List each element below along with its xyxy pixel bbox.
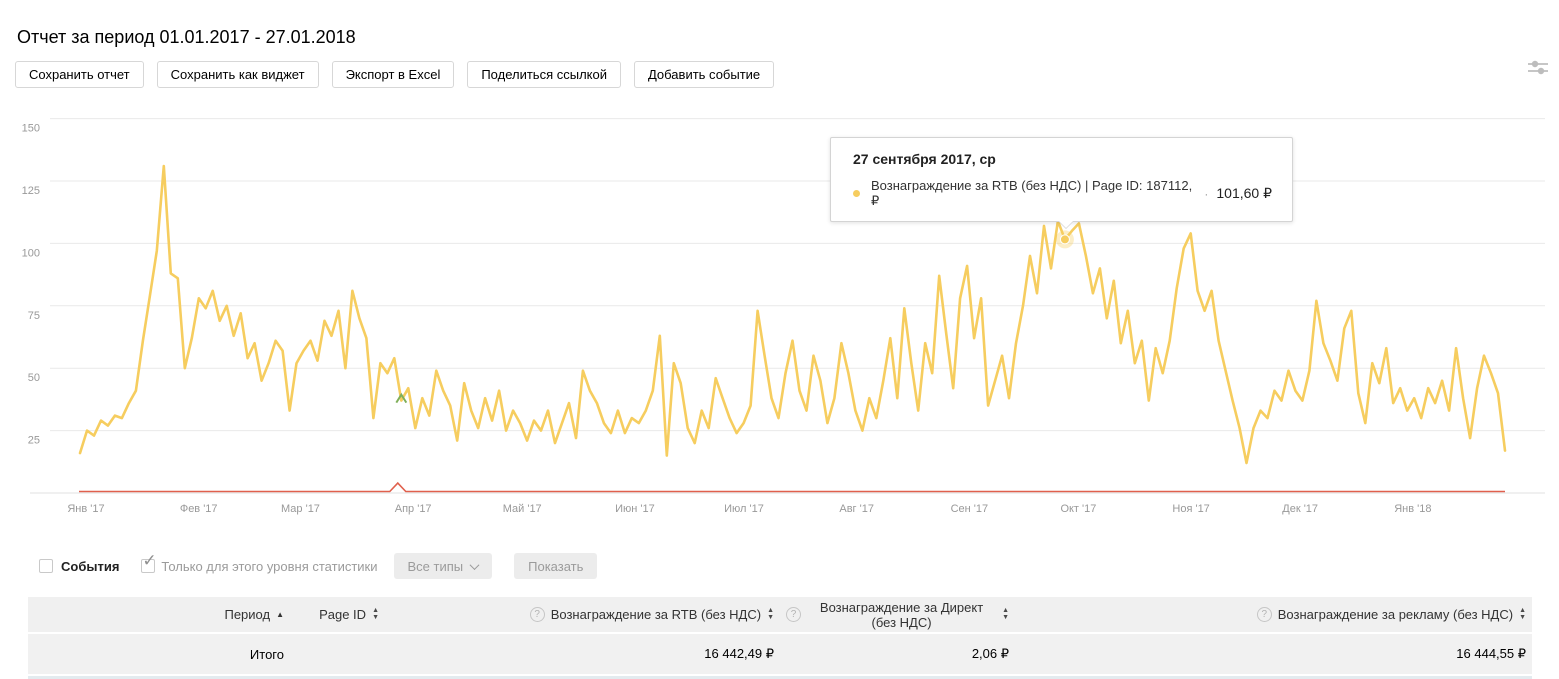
x-tick-label: Окт '17 xyxy=(1060,503,1096,515)
column-header-1[interactable]: Page ID ▲ ▼ xyxy=(290,597,385,634)
help-icon[interactable]: ? xyxy=(786,607,801,622)
tooltip-separator: · xyxy=(1204,186,1209,201)
tooltip-series-label: Вознаграждение за RTB (без НДС) | Page I… xyxy=(871,178,1193,208)
chart-canvas[interactable]: 150 125 100 75 50 25 Янв '17 Фев '17 Мар '17 Апр … xyxy=(0,90,1559,530)
only-level-checkbox[interactable]: ✓ xyxy=(141,552,157,573)
hovered-point[interactable] xyxy=(1059,234,1070,245)
x-tick-label: Дек '17 xyxy=(1282,503,1318,515)
revenue-chart[interactable]: 150 125 100 75 50 25 Янв '17 Фев '17 Мар '17 Апр … xyxy=(0,90,1559,530)
tooltip-date: 27 сентября 2017, ср xyxy=(853,151,996,167)
events-checkbox[interactable] xyxy=(39,559,53,573)
sort-both-icon[interactable]: ▲ ▼ xyxy=(1002,607,1009,621)
page-title: Отчет за период 01.01.2017 - 27.01.2018 xyxy=(17,27,356,47)
x-tick-label: Апр '17 xyxy=(395,503,432,515)
y-tick-label: 75 xyxy=(28,310,40,322)
totals-label: Итого xyxy=(28,633,290,674)
sort-both-icon[interactable]: ▲ ▼ xyxy=(372,607,379,621)
y-tick-label: 25 xyxy=(28,435,40,447)
toolbar-button-0[interactable]: Сохранить отчет xyxy=(15,61,144,88)
toolbar-button-3[interactable]: Поделиться ссылкой xyxy=(467,61,621,88)
x-tick-label: Янв '17 xyxy=(67,503,104,515)
column-header-4[interactable]: ? Вознаграждение за рекламу (без НДС) ▲ ▼ xyxy=(1015,597,1532,634)
column-header-label: Период xyxy=(224,607,271,622)
help-icon[interactable]: ? xyxy=(529,607,545,622)
series-dot-icon xyxy=(853,190,860,197)
column-header-label: Page ID xyxy=(319,607,367,622)
direct-line-series[interactable] xyxy=(79,481,1505,493)
y-tick-label: 50 xyxy=(28,372,40,384)
event-types-value: Все типы xyxy=(407,558,464,574)
totals-ads: 16 444,55 ₽ xyxy=(1015,633,1532,674)
x-tick-label: Мар '17 xyxy=(281,503,320,515)
chart-tooltip: 27 сентября 2017, ср Вознаграждение за R… xyxy=(830,137,1293,229)
toolbar-button-1[interactable]: Сохранить как виджет xyxy=(156,61,319,88)
sort-asc-icon[interactable]: ▲ xyxy=(276,610,284,619)
x-tick-label: Ноя '17 xyxy=(1172,503,1209,515)
x-tick-label: Янв '18 xyxy=(1394,503,1431,515)
x-tick-label: Май '17 xyxy=(503,503,542,515)
event-types-dropdown[interactable]: Все типы xyxy=(393,553,493,579)
toolbar-button-4[interactable]: Добавить событие xyxy=(633,61,775,88)
y-tick-label: 100 xyxy=(22,247,40,259)
sort-both-icon[interactable]: ▲ ▼ xyxy=(1519,607,1526,621)
filter-sliders-icon[interactable] xyxy=(1526,58,1550,78)
x-tick-label: Фев '17 xyxy=(180,503,218,515)
x-tick-label: Июн '17 xyxy=(615,503,655,515)
y-tick-label: 150 xyxy=(22,123,40,135)
check-icon: ✓ xyxy=(142,551,157,570)
totals-direct: 2,06 ₽ xyxy=(780,633,1015,674)
toolbar-button-2[interactable]: Экспорт в Excel xyxy=(331,61,455,88)
totals-table: Период ▲ Page ID ▲ ▼? Вознаграждение за RTB (… xyxy=(28,597,1532,674)
column-header-label: Вознаграждение за Директ (без НДС) xyxy=(819,599,984,630)
sort-both-icon[interactable]: ▲ ▼ xyxy=(767,607,774,621)
column-header-3[interactable]: ? Вознаграждение за Директ (без НДС) ▲ ▼ xyxy=(780,597,1015,634)
tooltip-value: 101,60 ₽ xyxy=(1216,185,1272,201)
x-tick-label: Сен '17 xyxy=(951,503,989,515)
events-bar: События ✓ Только для этого уровня статис… xyxy=(39,552,598,580)
column-header-0[interactable]: Период ▲ xyxy=(28,597,290,634)
table-row-totals[interactable]: Итого 16 442,49 ₽ 2,06 ₽ 16 444,55 ₽ xyxy=(28,633,1532,674)
totals-rtb: 16 442,49 ₽ xyxy=(385,633,780,674)
x-tick-label: Июл '17 xyxy=(724,503,764,515)
chevron-down-icon xyxy=(469,559,480,570)
column-header-label: Вознаграждение за RTB (без НДС) xyxy=(550,607,762,622)
show-button[interactable]: Показать xyxy=(514,553,598,579)
events-label[interactable]: События xyxy=(61,559,119,574)
table-header-row: Период ▲ Page ID ▲ ▼? Вознаграждение за RTB (… xyxy=(28,597,1532,634)
column-header-2[interactable]: ? Вознаграждение за RTB (без НДС) ▲ ▼ xyxy=(385,597,780,634)
only-level-label[interactable]: Только для этого уровня статистики xyxy=(161,559,377,574)
x-tick-label: Авг '17 xyxy=(839,503,874,515)
column-header-label: Вознаграждение за рекламу (без НДС) xyxy=(1277,607,1514,622)
help-icon[interactable]: ? xyxy=(1256,607,1272,622)
toolbar: Сохранить отчет Сохранить как виджет Экспо… xyxy=(15,61,775,88)
totals-page-id xyxy=(290,633,385,674)
y-tick-label: 125 xyxy=(22,185,40,197)
